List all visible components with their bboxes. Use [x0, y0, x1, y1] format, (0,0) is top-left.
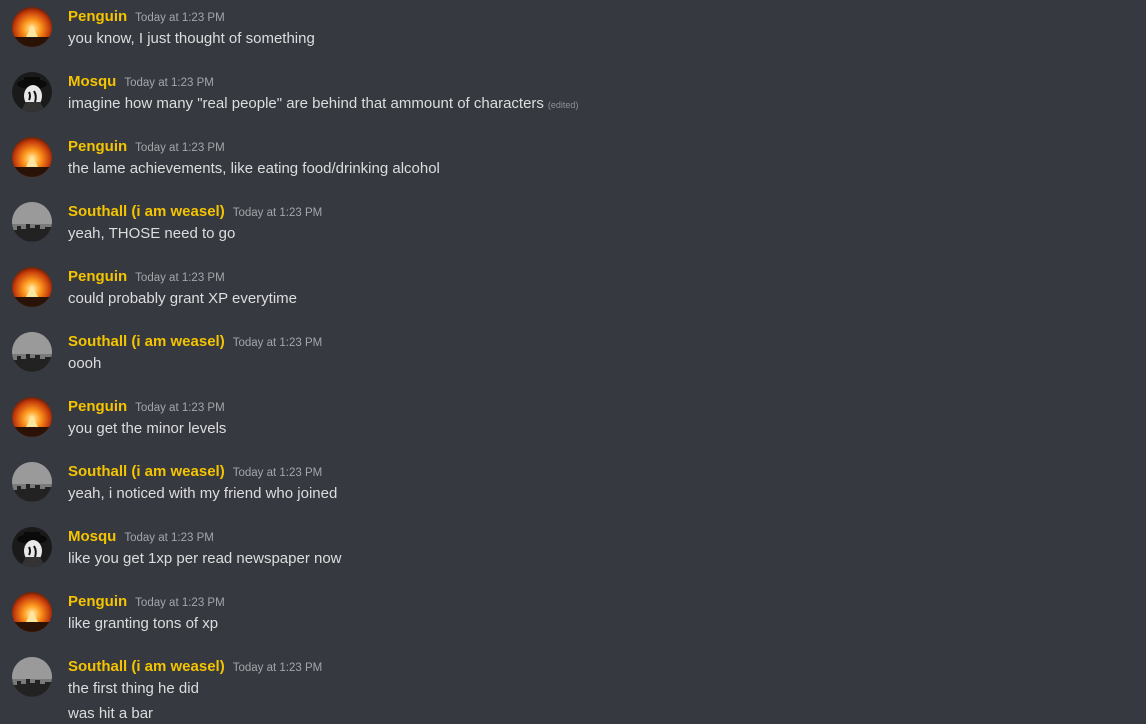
message-text: could probably grant XP everytime — [68, 290, 298, 307]
message: Southall (i am weasel) Today at 1:23 PM o… — [0, 328, 1146, 393]
message-text: the first thing he did — [68, 680, 199, 697]
message-username[interactable]: Southall (i am weasel) Today at 1:23 PM — [68, 462, 322, 483]
message: Penguin Today at 1:23 PM you know, I just… — [0, 3, 1146, 68]
penguin-avatar-icon[interactable] — [12, 592, 52, 632]
penguin-avatar-icon[interactable] — [12, 7, 52, 47]
message-timestamp: Today at 1:23 PM — [232, 467, 323, 479]
message-text: you get the minor levels — [68, 420, 227, 437]
message-timestamp: Today at 1:23 PM — [232, 207, 323, 219]
message-timestamp: Today at 1:23 PM — [124, 77, 214, 89]
message-text: the lame achievements, like eating food/… — [68, 160, 440, 177]
southall-avatar-icon[interactable] — [12, 462, 52, 502]
message: Southall (i am weasel) Today at 1:23 PM y… — [0, 458, 1146, 523]
message-text: like you get 1xp per read newspaper now — [68, 550, 342, 567]
message: Penguin Today at 1:23 PM could probably g… — [0, 263, 1146, 328]
southall-avatar-icon[interactable] — [12, 657, 52, 697]
message: Penguin Today at 1:23 PM like granting to… — [0, 588, 1146, 653]
message-text: imagine how many "real people" are behin… — [68, 95, 579, 112]
message-text: you know, I just thought of something — [68, 30, 315, 47]
message-timestamp: Today at 1:23 PM — [135, 597, 225, 609]
message-username[interactable]: Penguin Today at 1:23 PM — [68, 7, 225, 28]
message-timestamp: Today at 1:23 PM — [135, 142, 225, 154]
edited-label: (edited) — [547, 100, 579, 110]
message-timestamp: Today at 1:23 PM — [135, 12, 225, 24]
message-text: yeah, THOSE need to go — [68, 225, 236, 242]
message-timestamp: Today at 1:23 PM — [232, 337, 323, 349]
message: Southall (i am weasel) Today at 1:23 PM y… — [0, 198, 1146, 263]
message-username[interactable]: Mosqu Today at 1:23 PM — [68, 527, 214, 548]
message-username[interactable]: Penguin Today at 1:23 PM — [68, 267, 225, 288]
message-timestamp: Today at 1:23 PM — [124, 532, 214, 544]
message-username[interactable]: Southall (i am weasel) Today at 1:23 PM — [68, 332, 322, 353]
penguin-avatar-icon[interactable] — [12, 397, 52, 437]
message-text: like granting tons of xp — [68, 615, 219, 632]
message-timestamp: Today at 1:23 PM — [232, 662, 323, 674]
message-username[interactable]: Penguin Today at 1:23 PM — [68, 397, 225, 418]
message-username[interactable]: Southall (i am weasel) Today at 1:23 PM — [68, 657, 322, 678]
message-text: oooh — [68, 355, 102, 372]
message-text: was hit a bar — [68, 705, 154, 722]
message-timestamp: Today at 1:23 PM — [135, 272, 225, 284]
mosqu-avatar-icon[interactable] — [12, 72, 52, 112]
message: Mosqu Today at 1:23 PM like you get 1xp p… — [0, 523, 1146, 588]
message-username[interactable]: Penguin Today at 1:23 PM — [68, 592, 225, 613]
message: Southall (i am weasel) Today at 1:23 PM t… — [0, 653, 1146, 724]
mosqu-avatar-icon[interactable] — [12, 527, 52, 567]
message-text: yeah, i noticed with my friend who joine… — [68, 485, 338, 502]
message: Mosqu Today at 1:23 PM imagine how many "… — [0, 68, 1146, 133]
message-timestamp: Today at 1:23 PM — [135, 402, 225, 414]
penguin-avatar-icon[interactable] — [12, 137, 52, 177]
southall-avatar-icon[interactable] — [12, 332, 52, 372]
message-username[interactable]: Mosqu Today at 1:23 PM — [68, 72, 214, 93]
southall-avatar-icon[interactable] — [12, 202, 52, 242]
message-username[interactable]: Southall (i am weasel) Today at 1:23 PM — [68, 202, 322, 223]
message: Penguin Today at 1:23 PM you get the mino… — [0, 393, 1146, 458]
message: Penguin Today at 1:23 PM the lame achieve… — [0, 133, 1146, 198]
message-username[interactable]: Penguin Today at 1:23 PM — [68, 137, 225, 158]
penguin-avatar-icon[interactable] — [12, 267, 52, 307]
chat-messages: Penguin Today at 1:23 PM you know, I just… — [0, 0, 1146, 724]
